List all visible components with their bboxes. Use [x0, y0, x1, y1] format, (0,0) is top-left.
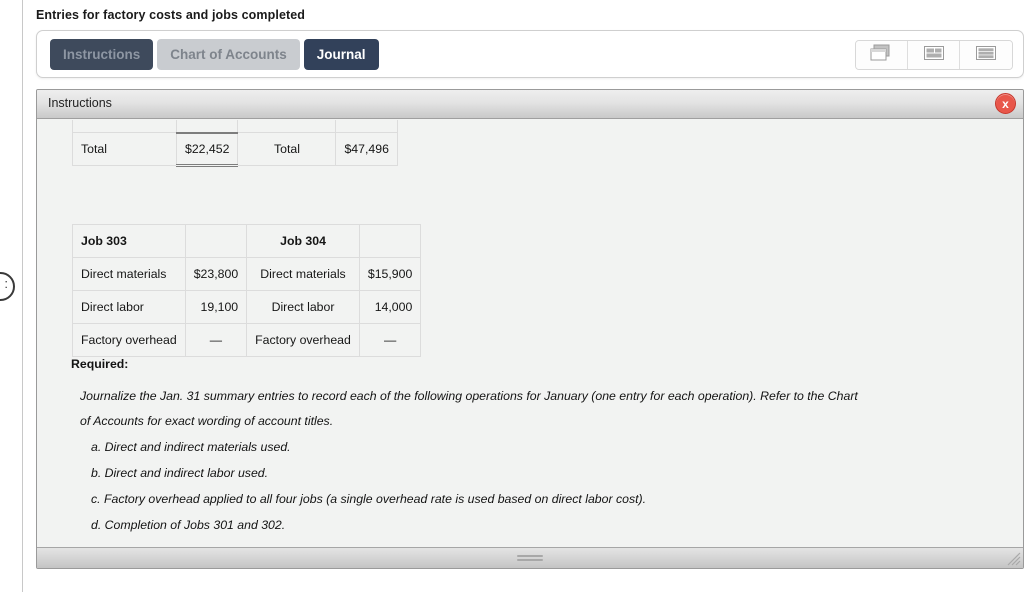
cascade-windows-button[interactable]	[856, 41, 908, 69]
jobs-table: Job 303 Job 304 Direct materials $23,800…	[72, 224, 422, 357]
table-row: Factory overhead — Factory overhead —	[72, 323, 422, 357]
direct-labor-label-left: Direct labor	[72, 290, 186, 324]
edge-knob-glyph: :	[4, 276, 8, 291]
direct-labor-value-left: 19,100	[184, 290, 248, 324]
instructions-window-footer	[37, 547, 1023, 568]
required-heading: Required:	[71, 357, 129, 371]
clipped-cell-4	[335, 120, 398, 133]
resize-handle-icon[interactable]	[517, 555, 543, 561]
factory-overhead-value-left: —	[184, 323, 248, 357]
instructions-window: Instructions x Total $22,452 Total $47,4…	[36, 89, 1024, 569]
direct-materials-label-right: Direct materials	[246, 257, 360, 291]
tile-grid-icon	[921, 43, 947, 68]
job-304-header-spacer	[358, 224, 422, 258]
direct-labor-label-right: Direct labor	[246, 290, 360, 324]
instructions-window-titlebar[interactable]: Instructions x	[37, 90, 1023, 119]
job-303-header-spacer	[184, 224, 248, 258]
stacked-rows-button[interactable]	[960, 41, 1012, 69]
direct-materials-value-right: $15,900	[358, 257, 422, 291]
resize-grip-icon[interactable]	[1007, 552, 1021, 566]
table-row: Direct labor 19,100 Direct labor 14,000	[72, 290, 422, 324]
required-item-c: c. Factory overhead applied to all four …	[91, 491, 647, 506]
total-label-right: Total	[237, 132, 337, 166]
required-paragraph: Journalize the Jan. 31 summary entries t…	[80, 388, 858, 428]
table-row: Direct materials $23,800 Direct material…	[72, 257, 422, 291]
tab-instructions[interactable]: Instructions	[50, 39, 154, 70]
page-title: Entries for factory costs and jobs compl…	[36, 8, 306, 22]
tab-toolbar: Instructions Chart of Accounts Journal	[36, 30, 1024, 78]
tab-journal[interactable]: Journal	[303, 39, 379, 70]
total-label-left: Total	[72, 132, 177, 166]
required-item-b: b. Direct and indirect labor used.	[91, 465, 269, 480]
required-item-a: a. Direct and indirect materials used.	[91, 439, 291, 454]
cascade-windows-icon	[869, 43, 895, 68]
direct-labor-value-right: 14,000	[358, 290, 422, 324]
screen: Entries for factory costs and jobs compl…	[0, 0, 1024, 592]
stacked-rows-icon	[973, 43, 999, 68]
factory-overhead-label-left: Factory overhead	[72, 323, 186, 357]
factory-overhead-label-right: Factory overhead	[246, 323, 360, 357]
clipped-cell-3	[237, 120, 337, 133]
required-section: Required: Journalize the Jan. 31 summary…	[71, 358, 999, 538]
close-icon[interactable]: x	[995, 93, 1016, 114]
clipped-cell-1	[72, 120, 177, 133]
job-303-header: Job 303	[72, 224, 186, 258]
table-row	[72, 120, 398, 133]
edge-toggle-knob[interactable]: :	[0, 272, 15, 301]
clipped-cell-2	[175, 120, 239, 133]
totals-table: Total $22,452 Total $47,496	[72, 120, 398, 167]
tile-grid-button[interactable]	[908, 41, 960, 69]
total-value-left: $22,452	[175, 131, 239, 167]
direct-materials-label-left: Direct materials	[72, 257, 186, 291]
total-value-right: $47,496	[335, 132, 398, 166]
view-layout-button-group	[855, 40, 1013, 70]
direct-materials-value-left: $23,800	[184, 257, 248, 291]
table-row: Total $22,452 Total $47,496	[72, 131, 398, 167]
page-left-rule	[22, 0, 23, 592]
factory-overhead-value-right: —	[358, 323, 422, 357]
tab-list: Instructions Chart of Accounts Journal	[50, 39, 379, 70]
job-304-header: Job 304	[246, 224, 360, 258]
table-row: Job 303 Job 304	[72, 224, 422, 258]
tab-chart-of-accounts[interactable]: Chart of Accounts	[157, 39, 300, 70]
instructions-window-body: Total $22,452 Total $47,496 Job 303 Job …	[37, 120, 1023, 547]
required-item-d: d. Completion of Jobs 301 and 302.	[91, 517, 286, 532]
instructions-window-title: Instructions	[48, 96, 112, 110]
